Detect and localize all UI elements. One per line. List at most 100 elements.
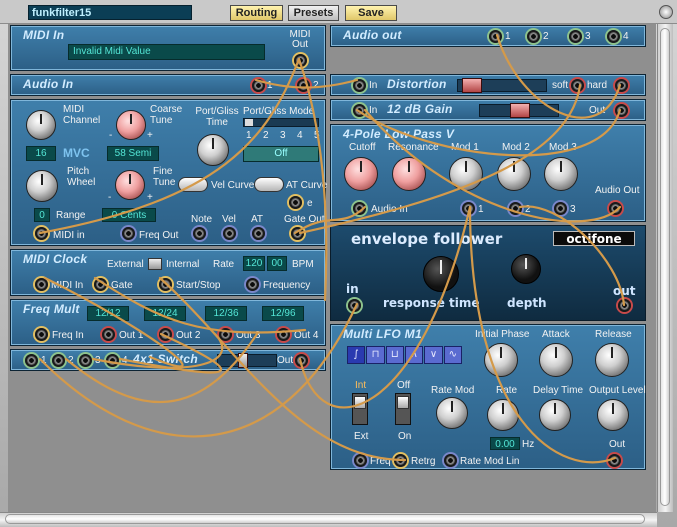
switch-in-2-jack[interactable] (52, 354, 65, 367)
mod1-knob[interactable] (449, 157, 483, 191)
mod1-label: Mod 1 (451, 142, 479, 153)
switch-selector[interactable] (217, 353, 277, 368)
filter-mod2-jack[interactable] (509, 202, 522, 215)
lfo-retrg-jack[interactable] (394, 454, 407, 467)
rate-mod-label: Rate Mod (431, 385, 475, 396)
at-jack[interactable] (252, 227, 265, 240)
port-gliss-mode-selector[interactable] (243, 118, 319, 127)
gate-out-jack[interactable] (291, 227, 304, 240)
freq-out-label: Freq Out (139, 230, 179, 241)
presets-button[interactable]: Presets (288, 5, 339, 21)
audio-out-jack-4[interactable] (607, 30, 620, 43)
lfo-out-jack[interactable] (608, 454, 621, 467)
midi-in-jack[interactable] (35, 227, 48, 240)
filter-audio-out-jack[interactable] (609, 202, 622, 215)
filter-mod3-jack[interactable] (554, 202, 567, 215)
clock-source-switch[interactable] (148, 258, 162, 270)
start-stop-jack[interactable] (159, 278, 172, 291)
ratio-display-1[interactable]: 12/12 (87, 306, 129, 321)
routing-button[interactable]: Routing (230, 5, 283, 21)
audio-out-jack-1[interactable] (489, 30, 502, 43)
fine-tune-knob[interactable] (115, 170, 145, 200)
distortion-amount-slider[interactable] (457, 78, 547, 93)
attack-knob[interactable] (539, 343, 573, 377)
save-button[interactable]: Save (345, 5, 397, 21)
envelope-out-jack[interactable] (618, 299, 631, 312)
switch-in-3-jack[interactable] (79, 354, 92, 367)
wave-button[interactable]: ⊔ (385, 346, 404, 364)
envelope-in-jack[interactable] (348, 299, 361, 312)
gain-out-jack[interactable] (615, 104, 628, 117)
freq-in-jack[interactable] (35, 328, 48, 341)
resonance-knob[interactable] (392, 157, 426, 191)
horizontal-scroll-thumb[interactable] (5, 514, 645, 524)
lfo-freq-jack[interactable] (354, 454, 367, 467)
attack-label: Attack (542, 329, 570, 340)
pitch-wheel-knob[interactable] (26, 170, 58, 202)
rate-knob[interactable] (487, 399, 519, 431)
wave-button[interactable]: ∿ (443, 346, 462, 364)
vertical-scroll-thumb[interactable] (660, 28, 670, 506)
wave-button[interactable]: ∫ (347, 346, 366, 364)
switch-in-4-jack[interactable] (106, 354, 119, 367)
ratio-display-3[interactable]: 12/36 (205, 306, 247, 321)
audio-out-jack-3[interactable] (569, 30, 582, 43)
midi-channel-knob[interactable] (26, 110, 56, 140)
delay-time-knob[interactable] (539, 399, 571, 431)
initial-phase-knob[interactable] (484, 343, 518, 377)
rate-mod-knob[interactable] (436, 397, 468, 429)
distortion-hard-out-jack[interactable] (615, 79, 628, 92)
depth-knob[interactable] (511, 254, 541, 284)
patch-name-field[interactable]: funkfilter15 (28, 5, 192, 20)
on-off-switch[interactable] (395, 393, 411, 425)
switch-in-1-jack[interactable] (25, 354, 38, 367)
freq-out-2-jack[interactable] (159, 328, 172, 341)
vel-jack[interactable] (223, 227, 236, 240)
clock-midi-in-jack[interactable] (35, 278, 48, 291)
distortion-in-jack[interactable] (353, 79, 366, 92)
lfo-rate-mod-lin-jack[interactable] (444, 454, 457, 467)
out-label: Out 3 (236, 330, 261, 341)
bpm-display[interactable]: 120 (243, 256, 265, 271)
wave-button[interactable]: ∨ (424, 346, 443, 364)
wave-button[interactable]: ∧ (404, 346, 424, 364)
cutoff-knob[interactable] (344, 157, 378, 191)
note-jack[interactable] (193, 227, 206, 240)
audio-in-jack-2[interactable] (297, 79, 310, 92)
at-curve-button[interactable] (254, 177, 284, 192)
response-time-knob[interactable] (423, 256, 459, 292)
e-jack[interactable] (289, 196, 302, 209)
jack-number: 4 (623, 31, 629, 42)
audio-out-label: Audio Out (595, 185, 640, 196)
frequency-jack[interactable] (246, 278, 259, 291)
bpm-fraction-display[interactable]: 00 (267, 256, 287, 271)
audio-in-jack-1[interactable] (252, 79, 265, 92)
distortion-soft-out-jack[interactable] (571, 79, 584, 92)
filter-mod1-jack[interactable] (462, 202, 475, 215)
midi-out-jack[interactable] (294, 54, 307, 67)
ratio-display-4[interactable]: 12/96 (262, 306, 304, 321)
wave-button[interactable]: ⊓ (366, 346, 385, 364)
filter-audio-in-jack[interactable] (353, 202, 366, 215)
port-gliss-time-knob[interactable] (197, 134, 229, 166)
freq-out-4-jack[interactable] (277, 328, 290, 341)
ratio-display-2[interactable]: 12/24 (144, 306, 186, 321)
coarse-tune-knob[interactable] (116, 110, 146, 140)
int-ext-switch[interactable] (352, 393, 368, 425)
audio-out-jack-2[interactable] (527, 30, 540, 43)
freq-out-jack[interactable] (122, 227, 135, 240)
mod2-knob[interactable] (497, 157, 531, 191)
retrg-label: Retrg (411, 456, 436, 467)
gain-in-jack[interactable] (353, 104, 366, 117)
vel-curve-button[interactable] (178, 177, 208, 192)
gate-jack[interactable] (94, 278, 107, 291)
switch-out-jack[interactable] (295, 354, 308, 367)
freq-out-3-jack[interactable] (219, 328, 232, 341)
close-icon[interactable] (659, 5, 673, 19)
gain-amount-slider[interactable] (479, 103, 559, 118)
freq-out-1-jack[interactable] (102, 328, 115, 341)
output-level-knob[interactable] (597, 399, 629, 431)
release-knob[interactable] (595, 343, 629, 377)
waveform-selector[interactable]: ∫ ⊓ ⊔ ∧ ∨ ∿ (347, 346, 462, 364)
mod3-knob[interactable] (544, 157, 578, 191)
